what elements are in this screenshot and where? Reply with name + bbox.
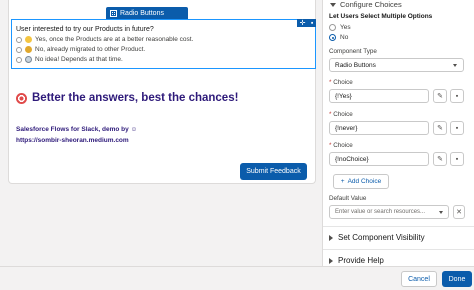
choice-input[interactable]: {!noChoice} xyxy=(329,152,429,166)
option-no[interactable]: No, already migrated to other Product. xyxy=(16,45,145,54)
section-title: Configure Choices xyxy=(340,0,402,9)
delete-icon[interactable]: ▪ xyxy=(450,152,464,166)
component-type-label: Component Type xyxy=(329,48,377,55)
edit-icon[interactable]: ✎ xyxy=(433,121,447,135)
default-value-input[interactable]: Enter value or search resources... xyxy=(329,205,449,219)
edit-icon[interactable]: ✎ xyxy=(433,89,447,103)
option-no-idea[interactable]: No idea! Depends at that time. xyxy=(16,55,123,64)
multi-select-label: Let Users Select Multiple Options xyxy=(329,13,433,20)
chevron-down-icon xyxy=(439,211,443,214)
set-visibility-section[interactable]: Set Component Visibility xyxy=(329,233,425,242)
add-choice-button[interactable]: + Add Choice xyxy=(333,174,389,189)
plus-icon: + xyxy=(340,178,345,185)
question-label: User interested to try our Products in f… xyxy=(16,26,154,33)
magnifier-icon xyxy=(25,56,32,63)
choice-label: * Choice xyxy=(329,111,353,118)
component-toolbar: ✛ ▪ xyxy=(297,19,316,27)
radio-icon[interactable] xyxy=(16,36,22,43)
headline-text: Better the answers, best the chances! xyxy=(32,92,239,104)
delete-icon[interactable]: ▪ xyxy=(311,20,313,27)
edit-icon[interactable]: ✎ xyxy=(433,152,447,166)
default-value-placeholder: Enter value or search resources... xyxy=(335,209,426,215)
thumbs-down-icon xyxy=(25,46,32,53)
radio-label: Yes xyxy=(340,24,351,31)
divider xyxy=(323,226,474,227)
component-badge-label: Radio Buttons xyxy=(120,9,164,17)
provide-help-section[interactable]: Provide Help xyxy=(329,256,384,265)
delete-icon[interactable]: ▪ xyxy=(450,89,464,103)
multi-select-no[interactable]: No xyxy=(329,33,348,42)
radio-icon[interactable] xyxy=(16,46,22,53)
chevron-right-icon xyxy=(329,234,333,241)
done-button[interactable]: Done xyxy=(442,271,472,287)
delete-icon[interactable]: ▪ xyxy=(450,121,464,135)
thumbs-up-icon xyxy=(25,36,32,43)
signature-link[interactable]: https://sombir-sheoran.medium.com xyxy=(16,137,129,144)
radio-icon[interactable] xyxy=(329,24,336,31)
submit-feedback-button[interactable]: Submit Feedback xyxy=(240,163,307,180)
chevron-down-icon xyxy=(453,64,457,67)
option-label: No, already migrated to other Product. xyxy=(35,46,146,53)
component-badge: Radio Buttons xyxy=(106,7,188,19)
cancel-button[interactable]: Cancel xyxy=(401,271,437,287)
option-label: Yes, once the Products are at a better r… xyxy=(35,36,194,43)
headline: Better the answers, best the chances! xyxy=(16,92,238,104)
close-icon[interactable]: ✕ xyxy=(453,205,465,219)
configure-choices-header[interactable]: Configure Choices xyxy=(330,0,402,9)
choice-label: * Choice xyxy=(329,79,353,86)
add-choice-label: Add Choice xyxy=(347,178,382,185)
radio-icon[interactable] xyxy=(16,56,22,63)
signature-line: Salesforce Flows for Slack, demo by ☺ xyxy=(16,126,138,133)
option-yes[interactable]: Yes, once the Products are at a better r… xyxy=(16,35,193,44)
component-type-value: Radio Buttons xyxy=(335,61,376,69)
move-icon[interactable]: ✛ xyxy=(300,19,306,27)
chevron-down-icon xyxy=(330,2,336,7)
multi-select-yes[interactable]: Yes xyxy=(329,23,351,32)
default-value-label: Default Value xyxy=(329,195,367,202)
component-type-select[interactable]: Radio Buttons xyxy=(329,58,464,72)
choice-input[interactable]: {!never} xyxy=(329,121,429,135)
section-label: Provide Help xyxy=(338,256,384,265)
radio-selected-icon[interactable] xyxy=(329,34,336,41)
option-label: No idea! Depends at that time. xyxy=(35,56,123,63)
radio-buttons-icon xyxy=(110,9,117,17)
choice-label: * Choice xyxy=(329,142,353,149)
radio-label: No xyxy=(340,34,349,41)
chevron-right-icon xyxy=(329,257,333,264)
choice-input[interactable]: {!Yes} xyxy=(329,89,429,103)
divider xyxy=(323,249,474,250)
target-icon xyxy=(16,92,27,104)
section-label: Set Component Visibility xyxy=(338,233,425,242)
